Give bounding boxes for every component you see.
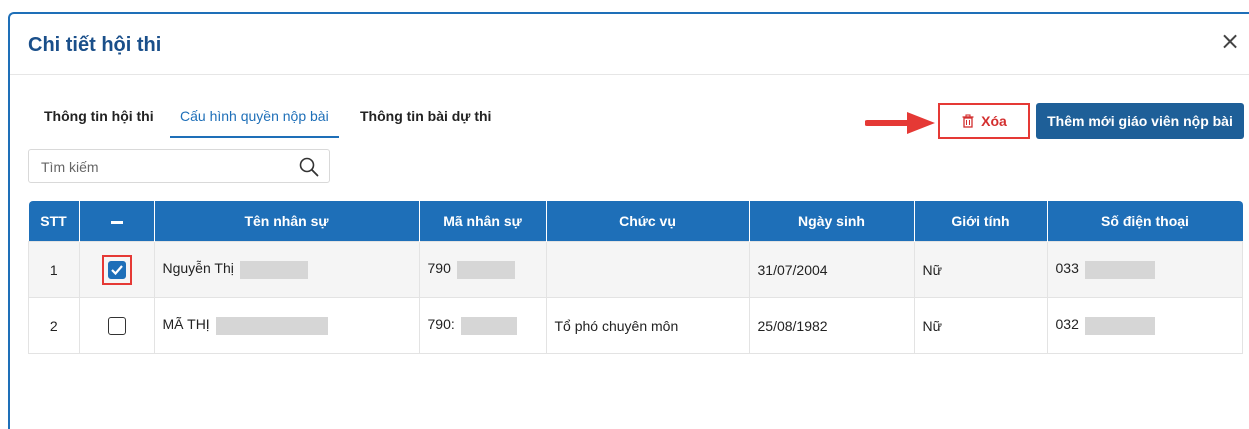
header-phone: Số điện thoại [1047, 201, 1243, 242]
phone-text: 032 [1055, 316, 1079, 333]
cell-position: Tổ phó chuyên môn [545, 297, 750, 354]
table-row: 2 MÃ THỊ 790: Tổ phó chuyên môn 25/08/19… [28, 297, 1243, 354]
name-text: MÃ THỊ [162, 316, 210, 333]
cell-birthdate: 31/07/2004 [748, 241, 915, 298]
active-tab-indicator [170, 136, 339, 138]
search-icon[interactable] [299, 157, 319, 177]
header-code: Mã nhân sự [419, 201, 547, 242]
code-text: 790: [427, 316, 455, 333]
row-checkbox[interactable] [107, 316, 126, 335]
tab-contest-info[interactable]: Thông tin hội thi [44, 108, 154, 142]
header-position: Chức vụ [546, 201, 750, 242]
cell-code: 790: [418, 297, 547, 354]
header-select-all[interactable] [79, 201, 155, 242]
modal-title: Chi tiết hội thi [28, 34, 162, 56]
tab-label: Cấu hình quyền nộp bài [180, 108, 329, 124]
header-name: Tên nhân sự [154, 201, 420, 242]
delete-button[interactable]: Xóa [938, 103, 1030, 139]
tab-submission-permission[interactable]: Cấu hình quyền nộp bài [170, 108, 339, 142]
redacted-block [456, 260, 515, 279]
check-icon [110, 264, 123, 275]
redacted-block [239, 260, 308, 279]
cell-gender: Nữ [913, 297, 1048, 354]
trash-icon [962, 114, 974, 128]
cell-gender: Nữ [913, 241, 1048, 298]
cell-name: MÃ THỊ [153, 297, 420, 354]
cell-stt: 1 [28, 241, 80, 298]
cell-select [78, 297, 155, 354]
redacted-block [1084, 316, 1155, 335]
cell-phone: 033 [1046, 241, 1243, 298]
tab-label: Thông tin hội thi [44, 108, 154, 124]
cell-select [78, 241, 155, 298]
cell-stt: 2 [28, 297, 80, 354]
checkbox-highlight [101, 254, 132, 285]
table-row: 1 Nguyễn Thị 790 31/07/2004 Nữ 033 [28, 241, 1243, 298]
tab-submission-info[interactable]: Thông tin bài dự thi [360, 108, 491, 142]
cell-birthdate: 25/08/1982 [748, 297, 915, 354]
redacted-block [460, 316, 517, 335]
header-gender: Giới tính [914, 201, 1048, 242]
red-arrow-annotation [865, 112, 935, 134]
table-header-row: STT Tên nhân sự Mã nhân sự Chức vụ Ngày … [28, 201, 1243, 242]
search-input[interactable] [39, 156, 283, 178]
cell-position [545, 241, 750, 298]
close-button[interactable]: × [1217, 28, 1243, 54]
cell-name: Nguyễn Thị [153, 241, 420, 298]
modal-header: Chi tiết hội thi × [10, 14, 1249, 75]
search-box [28, 149, 330, 183]
row-checkbox[interactable] [107, 260, 126, 279]
header-stt: STT [28, 201, 80, 242]
add-teacher-button[interactable]: Thêm mới giáo viên nộp bài [1036, 103, 1244, 139]
redacted-block [1084, 260, 1155, 279]
name-text: Nguyễn Thị [162, 260, 234, 277]
phone-text: 033 [1055, 260, 1079, 277]
minus-icon [110, 220, 123, 224]
cell-code: 790 [418, 241, 547, 298]
staff-table: STT Tên nhân sự Mã nhân sự Chức vụ Ngày … [28, 201, 1243, 354]
code-text: 790 [427, 260, 451, 277]
tab-label: Thông tin bài dự thi [360, 108, 492, 124]
cell-phone: 032 [1046, 297, 1243, 354]
delete-button-label: Xóa [981, 113, 1007, 129]
header-birthdate: Ngày sinh [749, 201, 915, 242]
redacted-block [215, 316, 328, 335]
add-button-label: Thêm mới giáo viên nộp bài [1047, 113, 1233, 129]
contest-detail-modal: Chi tiết hội thi × Thông tin hội thi Cấu… [8, 12, 1249, 429]
